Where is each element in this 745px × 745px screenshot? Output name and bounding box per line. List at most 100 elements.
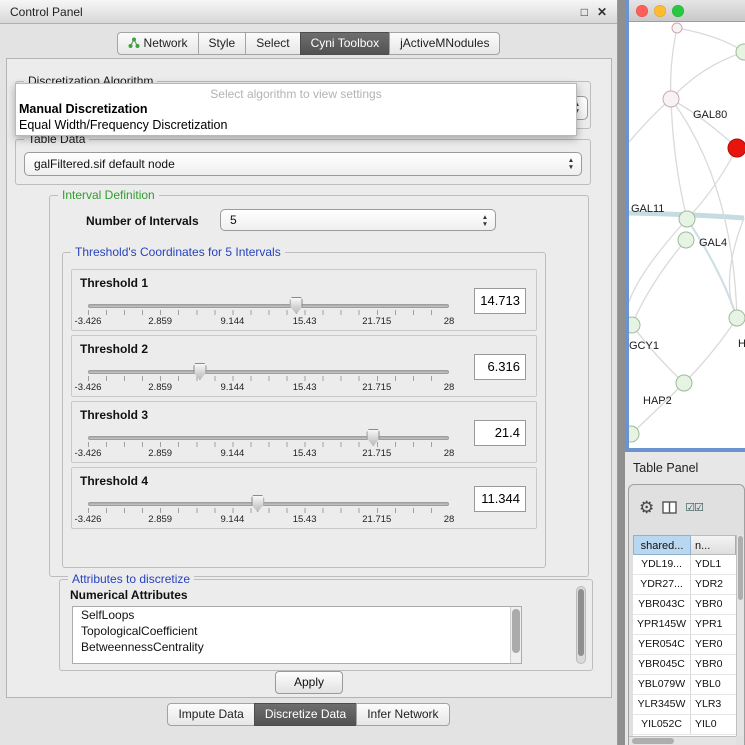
table-row[interactable]: YPR145WYPR1 — [633, 615, 736, 635]
cell[interactable]: YER054C — [633, 635, 691, 654]
table-row[interactable]: YER054CYER0 — [633, 635, 736, 655]
cell[interactable]: YIL052C — [633, 715, 691, 734]
dropdown-item-equal-width-frequency[interactable]: Equal Width/Frequency Discretization — [16, 117, 576, 133]
cell[interactable]: YDL19... — [633, 555, 691, 574]
network-edge — [677, 28, 744, 52]
tab-label: Infer Network — [367, 707, 438, 721]
slider-track[interactable] — [88, 370, 449, 374]
slider-track[interactable] — [88, 502, 449, 506]
list-item[interactable]: SelfLoops — [73, 607, 521, 623]
table-row[interactable]: YIL052CYIL0 — [633, 715, 736, 735]
threshold-label: Threshold 1 — [80, 276, 148, 290]
tab-infer-network[interactable]: Infer Network — [356, 703, 449, 726]
table-row[interactable]: YBR045CYBR0 — [633, 655, 736, 675]
threshold-value-field[interactable]: 21.4 — [474, 420, 526, 446]
cell[interactable]: YDL1 — [691, 555, 736, 574]
list-item[interactable]: TopologicalCoefficient — [73, 623, 521, 639]
threshold-slider[interactable]: -3.426 2.859 9.144 15.43 21.715 28 — [88, 436, 449, 459]
tab-select[interactable]: Select — [245, 32, 300, 55]
network-node[interactable] — [678, 232, 694, 248]
network-icon — [128, 37, 140, 49]
scrollbar-thumb[interactable] — [738, 536, 743, 600]
number-of-intervals-select[interactable]: 5 ▲ ▼ — [220, 209, 496, 231]
table-horizontal-scrollbar[interactable] — [629, 736, 736, 745]
cell[interactable]: YBR043C — [633, 595, 691, 614]
scrollbar-thumb[interactable] — [632, 738, 674, 744]
threshold-slider[interactable]: -3.426 2.859 9.144 15.43 21.715 28 — [88, 304, 449, 327]
network-node[interactable] — [729, 310, 745, 326]
cell[interactable]: YLR345W — [633, 695, 691, 714]
column-header-shared-name[interactable]: shared... — [633, 535, 691, 555]
cell[interactable]: YBR0 — [691, 655, 736, 674]
numerical-attributes-list[interactable]: SelfLoops TopologicalCoefficient Between… — [72, 606, 522, 664]
scale-label: 15.43 — [293, 316, 317, 327]
network-node[interactable] — [728, 139, 745, 157]
tab-impute-data[interactable]: Impute Data — [167, 703, 254, 726]
cell[interactable]: YDR27... — [633, 575, 691, 594]
table-row[interactable]: YBR043CYBR0 — [633, 595, 736, 615]
threshold-value-field[interactable]: 11.344 — [474, 486, 526, 512]
column-header-name[interactable]: n... — [691, 535, 736, 555]
network-node[interactable] — [679, 211, 695, 227]
cell[interactable]: YPR1 — [691, 615, 736, 634]
cell[interactable]: YBR045C — [633, 655, 691, 674]
number-of-intervals-value: 5 — [230, 213, 237, 227]
dropdown-item-manual-discretization[interactable]: Manual Discretization — [16, 101, 576, 117]
node-label: GAL4 — [699, 237, 727, 249]
threshold-slider[interactable]: -3.426 2.859 9.144 15.43 21.715 28 — [88, 370, 449, 393]
cell[interactable]: YBL079W — [633, 675, 691, 694]
list-item[interactable]: BetweennessCentrality — [73, 639, 521, 655]
scrollbar-thumb[interactable] — [512, 609, 520, 653]
network-node[interactable] — [629, 317, 640, 333]
cell[interactable]: YPR145W — [633, 615, 691, 634]
network-view-window: GAL80GAL11GAL4GCY1HAP2H — [625, 0, 745, 452]
tab-discretize-data[interactable]: Discretize Data — [254, 703, 357, 726]
slider-scale: -3.426 2.859 9.144 15.43 21.715 28 — [88, 382, 449, 393]
table-columns-icon[interactable] — [662, 501, 677, 514]
tab-network[interactable]: Network — [117, 32, 199, 55]
spinner-down-icon[interactable]: ▼ — [480, 221, 490, 228]
table-row[interactable]: YBL079WYBL0 — [633, 675, 736, 695]
table-vertical-scrollbar[interactable] — [736, 535, 744, 736]
table-row[interactable]: YDL19...YDL1 — [633, 555, 736, 575]
slider-track[interactable] — [88, 304, 449, 308]
attributes-list-scrollbar[interactable] — [510, 607, 521, 663]
attributes-group-scrollbar[interactable] — [576, 586, 586, 664]
table-row[interactable]: YLR345WYLR3 — [633, 695, 736, 715]
table-row[interactable]: YDR27...YDR2 — [633, 575, 736, 595]
control-panel-window: Control Panel □ ✕ Network Style — [0, 0, 618, 745]
cell[interactable]: YLR3 — [691, 695, 736, 714]
cell[interactable]: YBR0 — [691, 595, 736, 614]
network-node[interactable] — [663, 91, 679, 107]
network-node[interactable] — [672, 23, 682, 33]
threshold-value-field[interactable]: 14.713 — [474, 288, 526, 314]
tab-cyni-toolbox[interactable]: Cyni Toolbox — [300, 32, 390, 55]
cell[interactable]: YBL0 — [691, 675, 736, 694]
network-node[interactable] — [676, 375, 692, 391]
cell[interactable]: YDR2 — [691, 575, 736, 594]
tab-jactivemnodules[interactable]: jActiveMNodules — [389, 32, 500, 55]
network-window-titlebar[interactable] — [629, 0, 745, 22]
gear-icon[interactable]: ⚙ — [639, 499, 654, 516]
minimize-traffic-light-icon[interactable] — [654, 5, 666, 17]
network-canvas[interactable]: GAL80GAL11GAL4GCY1HAP2H — [629, 22, 745, 448]
threshold-slider[interactable]: -3.426 2.859 9.144 15.43 21.715 28 — [88, 502, 449, 525]
network-node[interactable] — [736, 44, 745, 60]
tab-style[interactable]: Style — [198, 32, 247, 55]
scale-label: 2.859 — [148, 316, 172, 327]
spinner-up-icon[interactable]: ▲ — [480, 214, 490, 221]
close-window-icon[interactable]: ✕ — [597, 5, 607, 19]
spinner-up-icon[interactable]: ▲ — [566, 157, 576, 164]
scrollbar-thumb[interactable] — [578, 589, 584, 656]
slider-track[interactable] — [88, 436, 449, 440]
cell[interactable]: YIL0 — [691, 715, 736, 734]
apply-button[interactable]: Apply — [275, 671, 343, 694]
spinner-down-icon[interactable]: ▼ — [566, 164, 576, 171]
threshold-value-field[interactable]: 6.316 — [474, 354, 526, 380]
close-traffic-light-icon[interactable] — [636, 5, 648, 17]
zoom-traffic-light-icon[interactable] — [672, 5, 684, 17]
select-all-checkboxes-icon[interactable]: ☑☑ — [685, 501, 703, 514]
cell[interactable]: YER0 — [691, 635, 736, 654]
table-data-select[interactable]: galFiltered.sif default node ▲ ▼ — [24, 152, 582, 176]
float-window-icon[interactable]: □ — [581, 5, 588, 19]
